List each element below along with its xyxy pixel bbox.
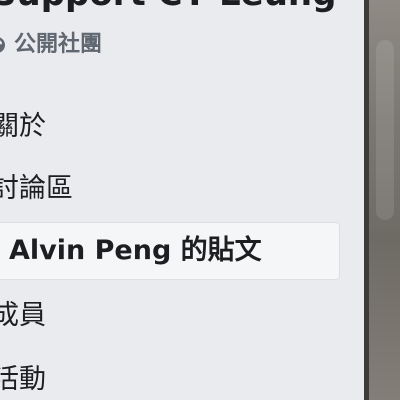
photo-glare xyxy=(376,40,394,220)
nav-item-about[interactable]: 關於 xyxy=(0,98,46,156)
nav-item-label: Alvin Peng 的貼文 xyxy=(9,235,262,266)
background-photo xyxy=(364,0,400,400)
globe-icon xyxy=(0,36,6,54)
nav-item-label: 討論區 xyxy=(0,173,73,204)
nav-item-events[interactable]: 活動 xyxy=(0,351,46,400)
group-sidebar: Support CY Leung 公開社團 關於 討論區 Alvin Peng … xyxy=(0,0,364,400)
group-privacy: 公開社團 xyxy=(0,30,102,60)
nav-item-user-posts[interactable]: Alvin Peng 的貼文 xyxy=(0,222,340,280)
nav-item-label: 關於 xyxy=(0,111,46,142)
group-name[interactable]: Support CY Leung xyxy=(0,0,336,14)
nav-item-discussion[interactable]: 討論區 xyxy=(0,160,73,218)
nav-item-label: 成員 xyxy=(0,300,46,331)
nav-item-label: 活動 xyxy=(0,364,46,395)
nav-item-members[interactable]: 成員 xyxy=(0,287,46,345)
privacy-label: 公開社團 xyxy=(14,32,103,57)
photo-edge xyxy=(364,0,369,400)
